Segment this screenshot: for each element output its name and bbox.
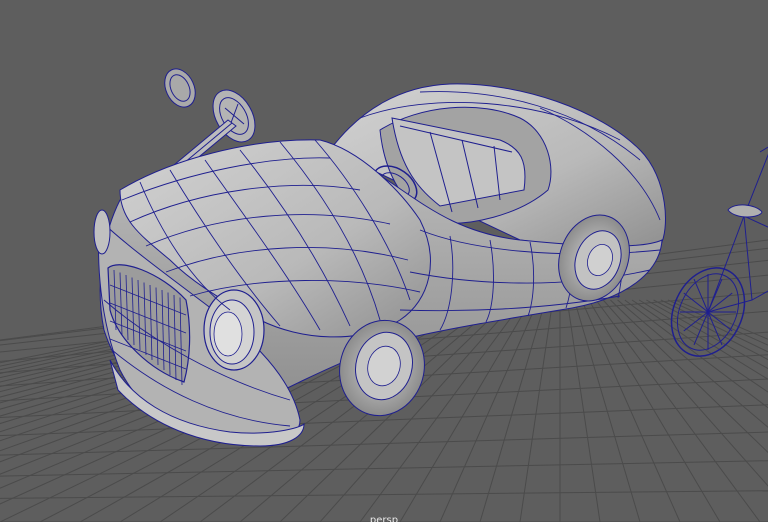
- 3d-viewport[interactable]: persp: [0, 0, 768, 522]
- bicycle-model[interactable]: [658, 146, 768, 368]
- camera-name-label: persp: [369, 516, 399, 522]
- scene-canvas[interactable]: [0, 0, 768, 522]
- car-model[interactable]: [93, 83, 666, 447]
- headlight-left: [93, 209, 111, 255]
